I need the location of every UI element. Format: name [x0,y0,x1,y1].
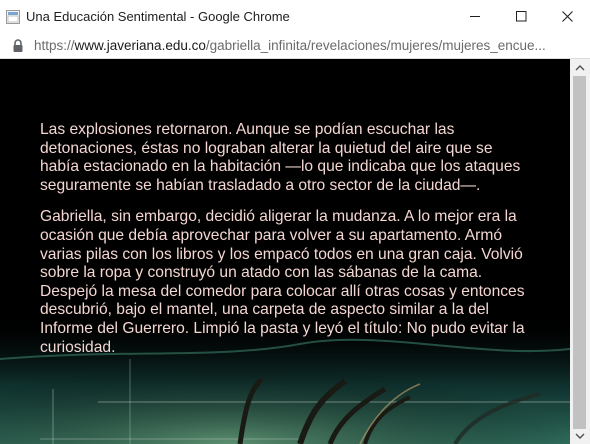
article-text: Las explosiones retornaron. Aunque se po… [40,121,530,370]
lock-icon [13,38,23,52]
url-text[interactable]: https://www.javeriana.edu.co/gabriella_i… [34,38,546,53]
page-content: Las explosiones retornaron. Aunque se po… [0,59,570,444]
minimize-button[interactable] [452,0,498,33]
close-icon [561,11,573,22]
chrome-app-icon [6,9,20,24]
article-paragraph: Las explosiones retornaron. Aunque se po… [40,121,521,194]
window-title: Una Educación Sentimental - Google Chrom… [26,9,290,24]
url-host: www.javeriana.edu.co [74,38,206,53]
article-paragraph: Gabriella, sin embargo, decidió aligerar… [40,208,525,356]
title-bar: Una Educación Sentimental - Google Chrom… [0,0,590,34]
maximize-button[interactable] [498,0,544,33]
minimize-icon [469,16,480,17]
close-button[interactable] [544,0,590,33]
scrollbar-thumb[interactable] [573,76,586,429]
address-bar[interactable]: https://www.javeriana.edu.co/gabriella_i… [0,33,590,59]
url-scheme: https:// [34,38,75,53]
scroll-up-arrow-icon[interactable] [574,62,586,74]
scroll-down-arrow-icon[interactable] [574,430,586,442]
maximize-icon [515,11,526,22]
vertical-scrollbar[interactable] [570,59,590,444]
url-path: /gabriella_infinita/revelaciones/mujeres… [205,38,546,53]
